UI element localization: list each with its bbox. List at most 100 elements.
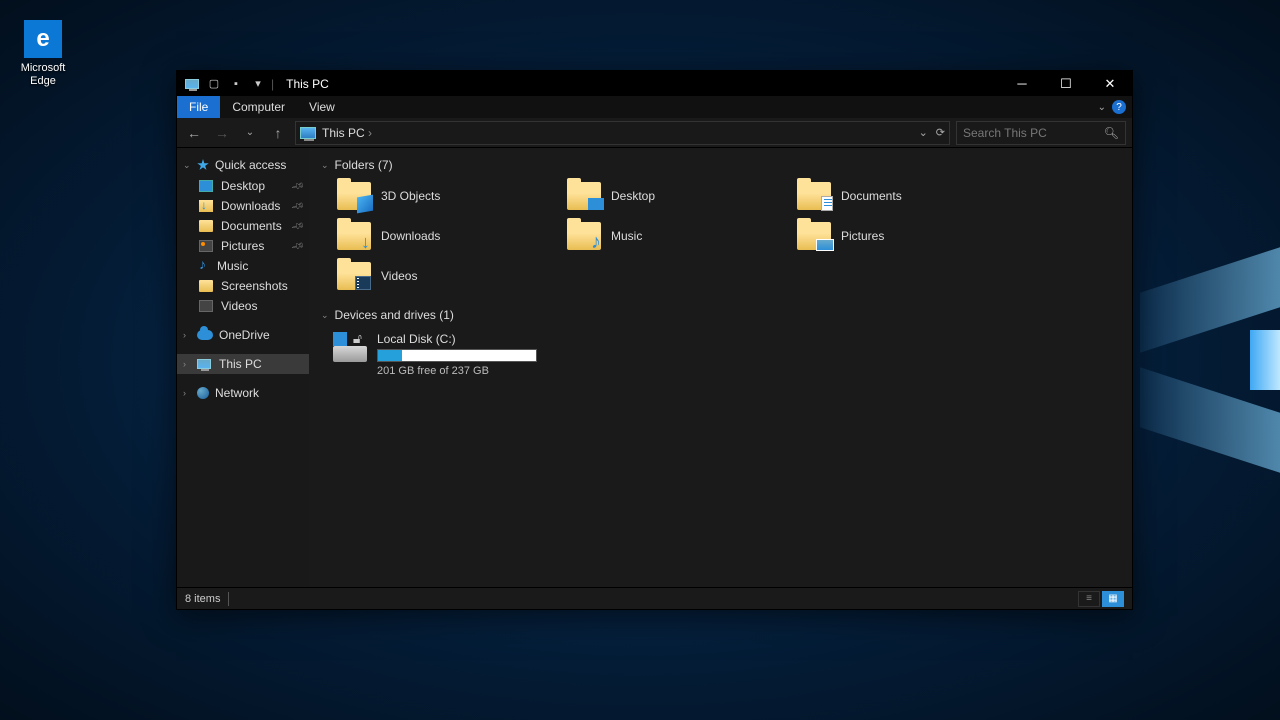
folder-icon — [337, 182, 371, 210]
search-input[interactable]: Search This PC 🔍︎ — [956, 121, 1126, 145]
qa-properties-icon[interactable]: ▢ — [205, 75, 223, 93]
documents-icon — [199, 220, 213, 232]
nav-label: OneDrive — [219, 328, 270, 342]
edge-icon: e — [24, 20, 62, 58]
folder-icon: ♪ — [567, 222, 601, 250]
help-icon[interactable]: ? — [1112, 100, 1126, 114]
folder-icon — [337, 262, 371, 290]
item-label: Pictures — [841, 229, 884, 243]
folder-videos[interactable]: Videos — [333, 258, 563, 294]
ribbon-tab-computer[interactable]: Computer — [220, 96, 297, 118]
desktop-icon — [199, 180, 213, 192]
search-icon[interactable]: 🔍︎ — [1104, 126, 1119, 140]
refresh-button[interactable]: ⟳ — [936, 126, 945, 139]
nav-label: Downloads — [221, 199, 280, 213]
nav-item-videos[interactable]: Videos — [177, 296, 309, 316]
explorer-app-icon[interactable] — [183, 75, 201, 93]
nav-back-button[interactable]: ← — [183, 122, 205, 144]
nav-label: Videos — [221, 299, 257, 313]
music-icon — [199, 259, 209, 273]
ribbon-tab-file[interactable]: File — [177, 96, 220, 118]
nav-item-pictures[interactable]: Pictures 📌︎ — [177, 236, 309, 256]
item-label: Documents — [841, 189, 902, 203]
nav-item-desktop[interactable]: Desktop📌︎ — [177, 176, 309, 196]
drive-local-c[interactable]: 🔓︎ Local Disk (C:) 201 GB free of 237 GB — [309, 328, 1132, 381]
nav-label: Desktop — [221, 179, 265, 193]
view-tiles-button[interactable]: ▦ — [1102, 591, 1124, 607]
star-icon — [197, 159, 209, 171]
item-label: 3D Objects — [381, 189, 440, 203]
nav-label: Pictures — [221, 239, 264, 253]
drive-icon: 🔓︎ — [333, 332, 367, 362]
downloads-icon — [199, 200, 213, 212]
nav-quick-access[interactable]: ⌄Quick access — [177, 154, 309, 176]
close-button[interactable]: ✕ — [1088, 71, 1132, 96]
nav-item-screenshots[interactable]: Screenshots — [177, 276, 309, 296]
status-bar: 8 items ≡ ▦ — [177, 587, 1132, 609]
item-label: Music — [611, 229, 642, 243]
nav-up-button[interactable]: ↑ — [267, 122, 289, 144]
nav-label: Music — [217, 259, 248, 273]
folder-icon — [567, 182, 601, 210]
address-history-dropdown[interactable]: ⌄ — [919, 126, 928, 139]
ribbon: File Computer View ⌄ ? — [177, 96, 1132, 118]
ribbon-tab-view[interactable]: View — [297, 96, 347, 118]
drive-capacity-bar — [377, 349, 537, 362]
desktop-icon-edge[interactable]: e Microsoft Edge — [13, 20, 73, 88]
maximize-button[interactable]: ☐ — [1044, 71, 1088, 96]
content-pane: ⌄Folders (7) 3D Objects Desktop Document… — [309, 148, 1132, 587]
view-details-button[interactable]: ≡ — [1078, 591, 1100, 607]
titlebar[interactable]: ▢ ▪ ▾ | This PC ─ ☐ ✕ — [177, 71, 1132, 96]
pc-icon — [197, 359, 211, 369]
qa-new-folder-icon[interactable]: ▪ — [227, 75, 245, 93]
address-bar-row: ← → ⌄ ↑ This PC ⌄ ⟳ Search This PC 🔍︎ — [177, 118, 1132, 148]
pin-icon: 📌︎ — [290, 239, 305, 254]
item-label: Desktop — [611, 189, 655, 203]
folder-music[interactable]: ♪ Music — [563, 218, 793, 254]
ribbon-collapse-icon[interactable]: ⌄ — [1098, 102, 1106, 113]
folder-icon — [797, 182, 831, 210]
file-explorer-window: ▢ ▪ ▾ | This PC ─ ☐ ✕ File Computer View… — [176, 70, 1133, 610]
status-separator — [228, 592, 229, 606]
breadcrumb[interactable]: This PC — [322, 126, 372, 140]
nav-item-music[interactable]: Music — [177, 256, 309, 276]
item-label: Downloads — [381, 229, 440, 243]
group-header-folders[interactable]: ⌄Folders (7) — [309, 156, 1132, 178]
status-item-count: 8 items — [185, 593, 220, 605]
nav-forward-button[interactable]: → — [211, 122, 233, 144]
videos-icon — [199, 300, 213, 312]
nav-label: Quick access — [215, 158, 286, 172]
pin-icon: 📌︎ — [290, 219, 305, 234]
folder-documents[interactable]: Documents — [793, 178, 1023, 214]
network-icon — [197, 387, 209, 399]
nav-label: Documents — [221, 219, 282, 233]
titlebar-separator: | — [271, 77, 274, 91]
item-label: Videos — [381, 269, 417, 283]
qa-customize-dropdown[interactable]: ▾ — [249, 75, 267, 93]
pin-icon: 📌︎ — [290, 199, 305, 214]
folder-desktop[interactable]: Desktop — [563, 178, 793, 214]
group-label: Devices and drives (1) — [335, 308, 454, 322]
nav-recent-dropdown[interactable]: ⌄ — [239, 122, 261, 144]
address-bar[interactable]: This PC ⌄ ⟳ — [295, 121, 950, 145]
desktop-icon-label: Edge — [13, 75, 73, 88]
minimize-button[interactable]: ─ — [1000, 71, 1044, 96]
nav-network[interactable]: ›Network — [177, 382, 309, 404]
nav-label: Screenshots — [221, 279, 288, 293]
folder-downloads[interactable]: ↓ Downloads — [333, 218, 563, 254]
cloud-icon — [197, 330, 213, 340]
nav-item-documents[interactable]: Documents 📌︎ — [177, 216, 309, 236]
folder-icon: ↓ — [337, 222, 371, 250]
nav-label: Network — [215, 386, 259, 400]
drive-name: Local Disk (C:) — [377, 332, 537, 346]
group-header-drives[interactable]: ⌄Devices and drives (1) — [309, 306, 1132, 328]
folder-icon — [797, 222, 831, 250]
nav-item-downloads[interactable]: Downloads 📌︎ — [177, 196, 309, 216]
folder-3d-objects[interactable]: 3D Objects — [333, 178, 563, 214]
this-pc-icon — [300, 127, 316, 139]
pictures-icon — [199, 240, 213, 252]
group-label: Folders (7) — [335, 158, 393, 172]
folder-pictures[interactable]: Pictures — [793, 218, 1023, 254]
nav-onedrive[interactable]: ›OneDrive — [177, 324, 309, 346]
nav-this-pc[interactable]: ›This PC — [177, 354, 309, 374]
